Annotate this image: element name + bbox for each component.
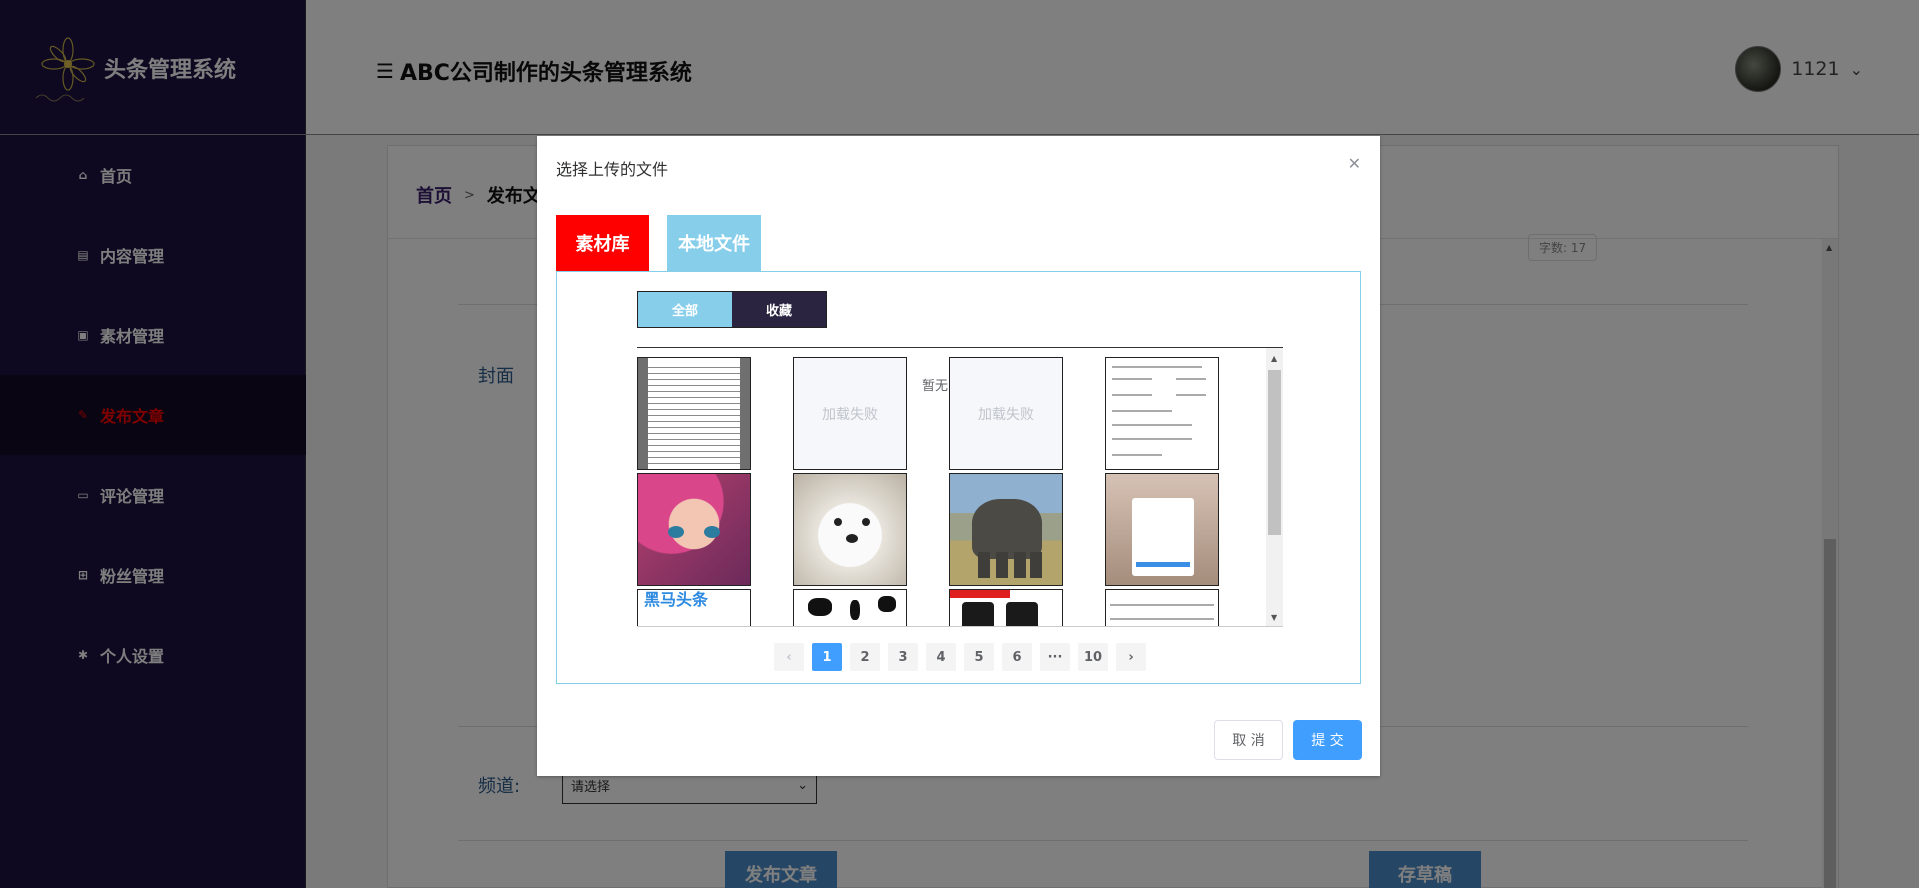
gallery-image[interactable]	[1105, 473, 1219, 586]
banner-text: 黑马头条	[644, 590, 709, 609]
dialog-title: 选择上传的文件	[556, 160, 669, 179]
load-failed-text: 加载失败	[822, 406, 878, 423]
tab-library[interactable]: 素材库	[556, 215, 649, 271]
filter-all-button[interactable]: 全部	[638, 292, 732, 327]
page-button[interactable]: 2	[850, 643, 880, 671]
more-pages-button[interactable]: ···	[1040, 643, 1070, 671]
gallery-image[interactable]: 黑马头条	[637, 589, 751, 626]
cancel-button[interactable]: 取 消	[1214, 720, 1283, 760]
load-failed-text: 加载失败	[978, 406, 1034, 423]
library-panel: 全部 收藏 暂无 加载失败 加载失败 黑马头条 ▲ ▼ ‹ 1 2 3 4 5 …	[556, 271, 1361, 684]
page-button[interactable]: 5	[964, 643, 994, 671]
gallery-image[interactable]	[949, 473, 1063, 586]
gallery-image[interactable]	[1105, 589, 1219, 626]
app-root: 头条管理系统 ⌂ 首页 ▤ 内容管理 ▣ 素材管理 ✎ 发布文章 ▭ 评论管理	[0, 0, 1919, 888]
pagination: ‹ 1 2 3 4 5 6 ··· 10 ›	[774, 643, 1146, 671]
scroll-up-icon[interactable]: ▲	[1271, 354, 1277, 363]
gallery-scrollbar[interactable]: ▲ ▼	[1266, 348, 1283, 626]
tab-local-file[interactable]: 本地文件	[667, 215, 761, 271]
empty-text: 暂无	[922, 379, 949, 394]
next-page-button[interactable]: ›	[1116, 643, 1146, 671]
gallery-image[interactable]	[793, 589, 907, 626]
gallery-image-failed[interactable]: 加载失败	[793, 357, 907, 470]
gallery-image[interactable]	[637, 473, 751, 586]
prev-page-button[interactable]: ‹	[774, 643, 804, 671]
page-button[interactable]: 4	[926, 643, 956, 671]
upload-dialog: 选择上传的文件 ✕ 素材库 本地文件 全部 收藏 暂无 加载失败 加载失败 黑马…	[537, 136, 1380, 776]
submit-button[interactable]: 提 交	[1293, 720, 1362, 760]
gallery-image[interactable]	[637, 357, 751, 470]
page-button[interactable]: 1	[812, 643, 842, 671]
scrollbar-thumb[interactable]	[1268, 370, 1281, 535]
page-button[interactable]: 6	[1002, 643, 1032, 671]
filter-radio-group: 全部 收藏	[637, 291, 827, 328]
page-button[interactable]: 3	[888, 643, 918, 671]
gallery-image[interactable]	[793, 473, 907, 586]
gallery-image-failed[interactable]: 加载失败	[949, 357, 1063, 470]
scroll-down-icon[interactable]: ▼	[1271, 613, 1277, 622]
gallery-image[interactable]	[1105, 357, 1219, 470]
image-gallery: 暂无 加载失败 加载失败 黑马头条 ▲ ▼	[637, 347, 1283, 627]
filter-favorite-button[interactable]: 收藏	[732, 292, 826, 327]
page-button[interactable]: 10	[1078, 643, 1108, 671]
gallery-image[interactable]	[949, 589, 1063, 626]
close-icon[interactable]: ✕	[1348, 154, 1361, 173]
